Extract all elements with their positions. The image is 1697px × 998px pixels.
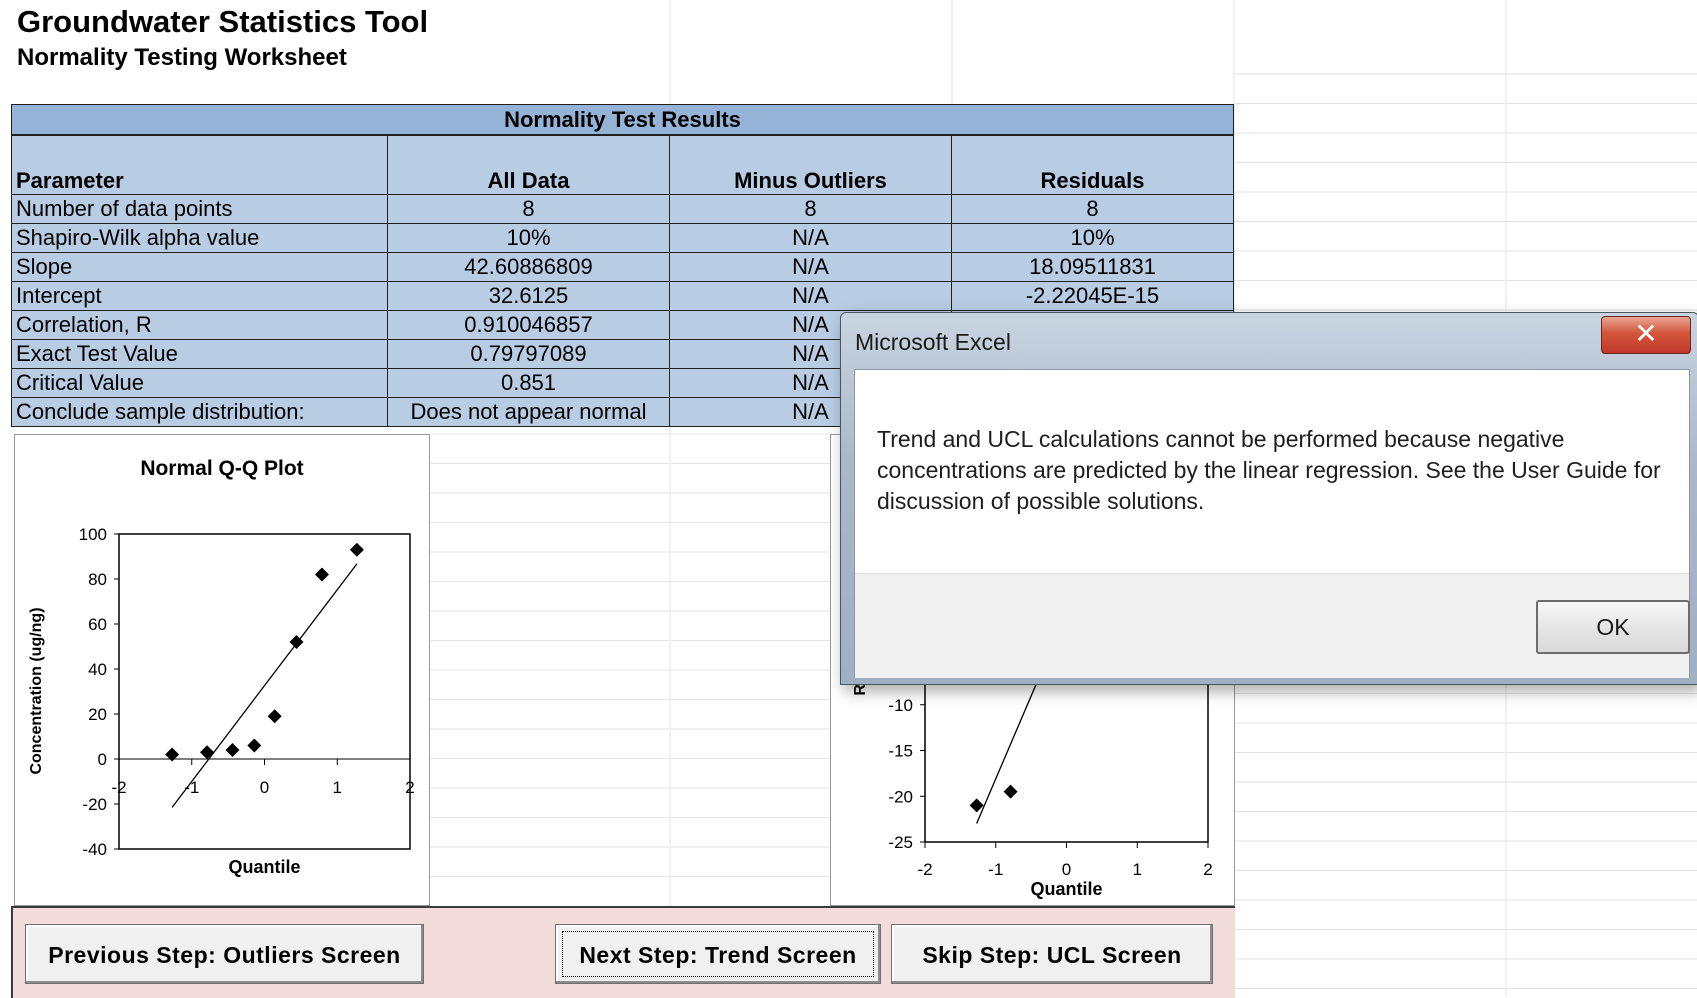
y-tick-label: -20	[82, 795, 107, 814]
y-tick-label: -15	[888, 742, 913, 761]
x-tick-label: -1	[988, 860, 1003, 879]
excel-alert-dialog: Microsoft Excel ✕ Trend and UCL calculat…	[840, 312, 1697, 685]
y-tick-label: 60	[88, 615, 107, 634]
y-tick-label: 100	[79, 525, 107, 544]
plot-area	[118, 533, 411, 850]
plot-area	[924, 658, 1209, 843]
y-tick-label: 20	[88, 705, 107, 724]
cell[interactable]: 42.60886809	[387, 252, 670, 282]
trend-line	[171, 563, 358, 808]
data-point	[1003, 784, 1018, 799]
y-axis-label: Concentration (ug/ng)	[28, 607, 45, 774]
dialog-title: Microsoft Excel	[855, 329, 1011, 355]
y-tick-label: -40	[82, 840, 107, 859]
cell[interactable]: 18.09511831	[951, 252, 1234, 282]
dialog-footer: OK	[855, 573, 1690, 678]
cell[interactable]: 0.910046857	[387, 310, 670, 340]
page-title: Groundwater Statistics Tool	[17, 4, 429, 39]
cell[interactable]: Slope	[11, 252, 388, 282]
column-header: All Data	[387, 134, 670, 195]
data-point	[225, 743, 240, 757]
x-tick-label: 1	[333, 778, 342, 797]
y-tick-label: 40	[88, 660, 107, 679]
cell[interactable]: Critical Value	[11, 368, 388, 398]
cell[interactable]: Intercept	[11, 281, 388, 311]
column-header: Minus Outliers	[669, 134, 952, 195]
data-point	[247, 738, 262, 753]
x-tick-label: 2	[1203, 860, 1212, 879]
y-tick-label: -25	[888, 833, 913, 852]
previous-step-button[interactable]: Previous Step: Outliers Screen	[25, 924, 424, 984]
next-step-button[interactable]: Next Step: Trend Screen	[555, 924, 881, 984]
dialog-body: Trend and UCL calculations cannot be per…	[854, 369, 1690, 678]
cell[interactable]: Shapiro-Wilk alpha value	[11, 223, 388, 253]
cell[interactable]: 10%	[387, 223, 670, 253]
cell[interactable]: 8	[387, 194, 670, 224]
x-tick-label: -2	[917, 860, 932, 879]
cell[interactable]: Exact Test Value	[11, 339, 388, 369]
table-row: Number of data points 8 8 8	[11, 194, 1234, 224]
ok-button[interactable]: OK	[1536, 600, 1690, 654]
navigation-button-bar: Previous Step: Outliers Screen Next Step…	[11, 906, 1235, 998]
x-tick-label: 2	[405, 778, 414, 797]
table-banner: Normality Test Results	[11, 104, 1234, 136]
cell[interactable]: 0.79797089	[387, 339, 670, 369]
qq-plot-svg: Normal Q-Q Plot-2 -1 0 1 2100806040200-20-40…	[28, 457, 415, 877]
cell[interactable]: Conclude sample distribution:	[11, 397, 388, 427]
column-header: Residuals	[951, 134, 1234, 195]
y-tick-label: -20	[888, 787, 913, 806]
x-axis-label: Quantile	[228, 857, 300, 877]
cell[interactable]: N/A	[669, 252, 952, 282]
x-tick-label: 1	[1133, 860, 1142, 879]
dialog-titlebar[interactable]: Microsoft Excel ✕	[841, 313, 1697, 367]
y-tick-label: 80	[88, 570, 107, 589]
cell[interactable]: Does not appear normal	[387, 397, 670, 427]
data-point	[200, 745, 215, 760]
data-point	[267, 709, 282, 724]
data-point	[349, 542, 364, 557]
table-row: Shapiro-Wilk alpha value 10% N/A 10%	[11, 223, 1234, 253]
y-tick-label: 0	[98, 750, 107, 769]
cell[interactable]: 0.851	[387, 368, 670, 398]
table-row: Intercept 32.6125 N/A -2.22045E-15	[11, 281, 1234, 311]
qq-plot-chart[interactable]: Normal Q-Q Plot -2 -1 0 1 2 100 80 60 40 20 0 -20 -40…	[14, 434, 430, 906]
cell[interactable]: 8	[669, 194, 952, 224]
page-subtitle: Normality Testing Worksheet	[17, 44, 347, 71]
table-header-row: Parameter All Data Minus Outliers Residu…	[11, 134, 1234, 195]
column-header: Parameter	[11, 134, 388, 195]
cell[interactable]: N/A	[669, 223, 952, 253]
data-point	[314, 567, 329, 582]
cell[interactable]: 32.6125	[387, 281, 670, 311]
cell[interactable]: 10%	[951, 223, 1234, 253]
cell[interactable]: 8	[951, 194, 1234, 224]
x-axis-label: Quantile	[1030, 879, 1102, 899]
close-x-icon[interactable]: ✕	[1601, 316, 1691, 354]
x-tick-label: 0	[260, 778, 269, 797]
x-tick-label: -2	[111, 778, 126, 797]
data-point	[969, 798, 984, 813]
cell[interactable]: Number of data points	[11, 194, 388, 224]
y-tick-label: -10	[888, 696, 913, 715]
table-row: Slope 42.60886809 N/A 18.09511831	[11, 252, 1234, 282]
dialog-message: Trend and UCL calculations cannot be per…	[877, 426, 1661, 514]
cell[interactable]: N/A	[669, 281, 952, 311]
chart-title: Normal Q-Q Plot	[140, 457, 303, 480]
cell[interactable]: -2.22045E-15	[951, 281, 1234, 311]
x-tick-label: 0	[1062, 860, 1071, 879]
cell[interactable]: Correlation, R	[11, 310, 388, 340]
skip-step-button[interactable]: Skip Step: UCL Screen	[891, 924, 1213, 984]
